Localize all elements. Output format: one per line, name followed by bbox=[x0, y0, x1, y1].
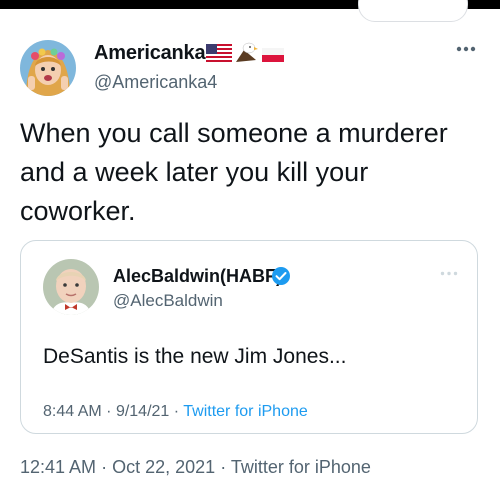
quoted-author-avatar[interactable] bbox=[43, 259, 99, 315]
separator-dot: · bbox=[106, 403, 112, 420]
quoted-tweet-date[interactable]: 9/14/21 bbox=[116, 403, 169, 420]
author-avatar[interactable] bbox=[20, 40, 76, 96]
us-flag-emoji bbox=[206, 44, 232, 62]
quoted-tweet-source-link[interactable]: Twitter for iPhone bbox=[183, 403, 308, 420]
tweet-metadata: 12:41 AM · Oct 22, 2021 · Twitter for iP… bbox=[20, 457, 371, 478]
separator-dot: · bbox=[101, 457, 108, 477]
author-name[interactable]: Americanka bbox=[94, 42, 206, 65]
tweet-date[interactable]: Oct 22, 2021 bbox=[112, 457, 215, 477]
eagle-emoji bbox=[236, 42, 258, 62]
quoted-tweet-text: DeSantis is the new Jim Jones... bbox=[43, 345, 347, 368]
quoted-author-name[interactable]: AlecBaldwin(HABF) bbox=[113, 266, 282, 287]
quoted-tweet-time[interactable]: 8:44 AM bbox=[43, 403, 102, 420]
top-pill-button[interactable] bbox=[358, 0, 468, 22]
author-handle[interactable]: @Americanka4 bbox=[94, 72, 217, 93]
quoted-author-handle[interactable]: @AlecBaldwin bbox=[113, 291, 223, 311]
quoted-more-options-icon[interactable] bbox=[440, 271, 458, 276]
poland-flag-emoji bbox=[262, 48, 284, 62]
quoted-tweet-metadata: 8:44 AM · 9/14/21 · Twitter for iPhone bbox=[43, 403, 308, 421]
separator-dot: · bbox=[220, 457, 227, 477]
tweet-source-link[interactable]: Twitter for iPhone bbox=[231, 457, 371, 477]
quoted-tweet-card[interactable]: AlecBaldwin(HABF) @AlecBaldwin DeSantis … bbox=[20, 240, 478, 434]
more-options-icon[interactable] bbox=[456, 46, 476, 52]
tweet-time[interactable]: 12:41 AM bbox=[20, 457, 96, 477]
separator-dot: · bbox=[173, 403, 180, 420]
verified-badge-icon bbox=[272, 267, 290, 285]
tweet-text: When you call someone a murderer and a w… bbox=[20, 118, 448, 226]
